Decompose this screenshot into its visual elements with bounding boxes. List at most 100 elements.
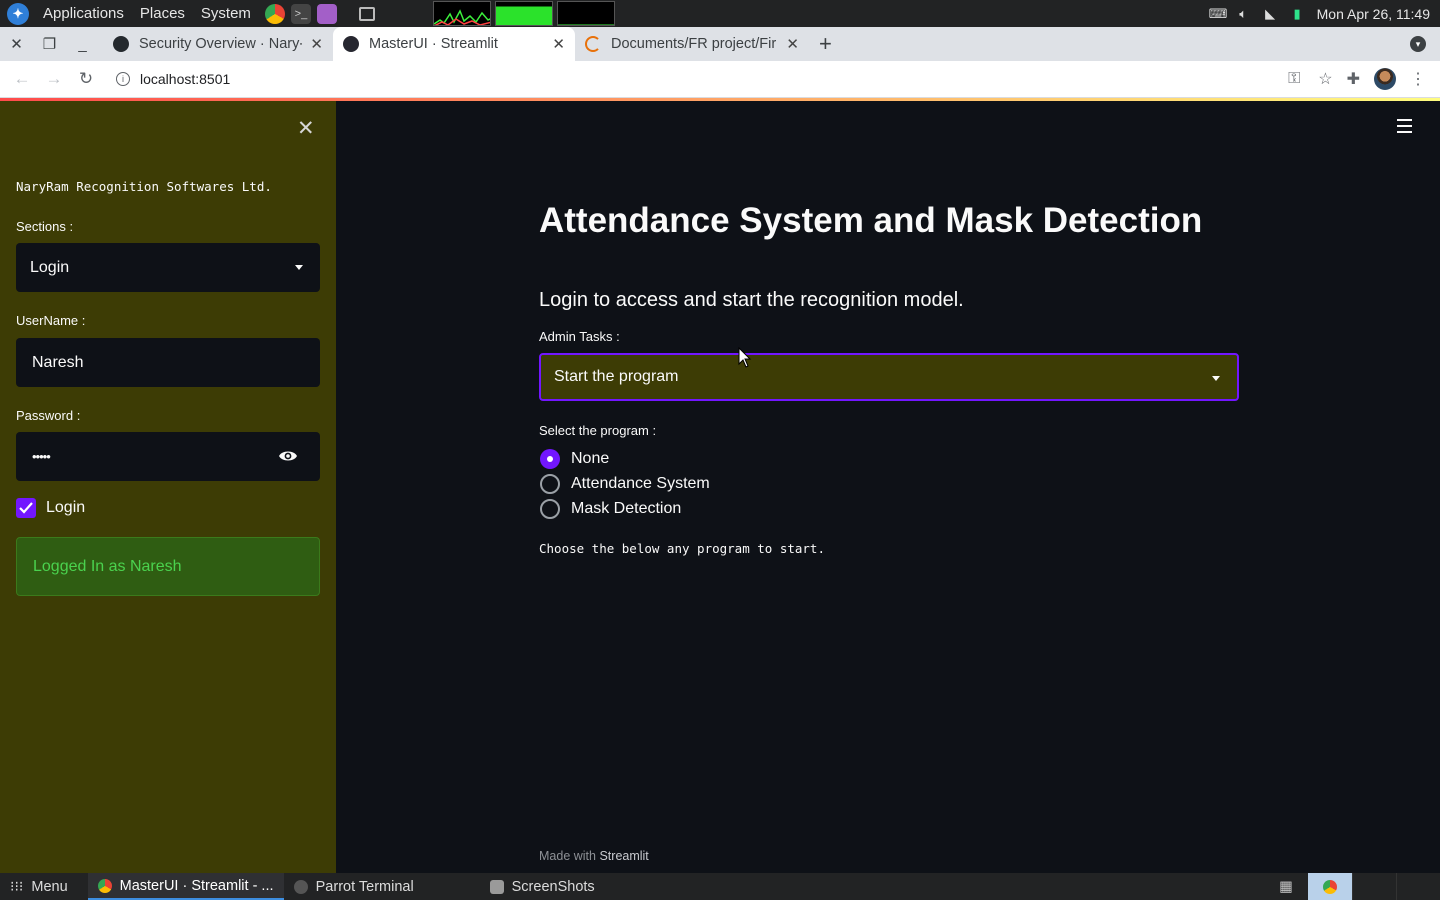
radio-button[interactable] [540, 474, 560, 494]
page-subheader: Login to access and start the recognitio… [539, 289, 964, 311]
taskbar-menu-button[interactable]: ⁝⁝⁝ Menu [0, 873, 78, 900]
folder-icon [489, 879, 504, 894]
show-desktop-icon[interactable] [358, 6, 375, 21]
os-top-panel: ✦ Applications Places System >_ ⌨ 🔈︎ ◣ ▮… [0, 0, 1440, 27]
mouse-cursor-icon [738, 347, 752, 368]
parrot-logo-icon[interactable]: ✦ [7, 2, 29, 25]
volume-icon[interactable]: 🔈︎ [1236, 6, 1251, 21]
tab-masterui-streamlit[interactable]: MasterUI · Streamlit ✕ [333, 27, 575, 61]
radio-button-selected[interactable] [540, 449, 560, 469]
sections-select-value: Login [30, 258, 70, 276]
os-menu-system[interactable]: System [193, 5, 259, 22]
hamburger-menu-icon[interactable] [1397, 119, 1412, 137]
app-grid-icon: ⁝⁝⁝ [10, 878, 24, 894]
chrome-launcher-icon[interactable] [264, 3, 285, 24]
select-program-label: Select the program : [539, 423, 657, 438]
url-text[interactable]: localhost:8501 [140, 71, 230, 87]
show-password-eye-icon[interactable] [278, 448, 298, 464]
browser-tab-bar: ✕ ❐ _ Security Overview · Nary-V ✕ Maste… [0, 27, 1440, 61]
terminal-icon [293, 879, 308, 894]
terminal-launcher-icon[interactable]: >_ [290, 3, 311, 24]
keyboard-icon[interactable]: ⌨ [1209, 6, 1228, 21]
workspace-2[interactable] [1352, 873, 1396, 900]
os-menu-applications[interactable]: Applications [35, 5, 132, 22]
taskbar-item-label: Parrot Terminal [315, 878, 414, 895]
tab-close-icon[interactable]: ✕ [310, 35, 323, 53]
radio-option-label: Attendance System [571, 475, 710, 492]
tab-search-icon[interactable]: ▾ [1410, 36, 1426, 52]
github-icon [113, 36, 129, 52]
os-clock[interactable]: Mon Apr 26, 11:49 [1317, 6, 1430, 22]
password-input[interactable]: ••••• [16, 432, 320, 481]
sections-select[interactable]: Login [16, 243, 320, 292]
workspace-switcher-icon[interactable]: ▦ [1264, 873, 1308, 900]
tab-security-overview[interactable]: Security Overview · Nary-V ✕ [103, 27, 333, 61]
radio-option-label: Mask Detection [571, 500, 682, 517]
radio-option-none[interactable]: None [540, 449, 609, 469]
radio-option-label: None [571, 450, 610, 467]
url-field[interactable]: i localhost:8501 ⚿ ☆ [110, 64, 1337, 94]
main-content: Attendance System and Mask Detection Log… [336, 101, 1440, 873]
network-monitor-graph [556, 1, 615, 26]
tab-close-icon[interactable]: ✕ [786, 35, 799, 53]
os-menu-places[interactable]: Places [132, 5, 193, 22]
new-tab-icon[interactable]: + [819, 31, 832, 57]
company-name: NaryRam Recognition Softwares Ltd. [16, 179, 272, 194]
window-restore-icon[interactable]: ❐ [33, 27, 66, 61]
browser-menu-icon[interactable]: ⋮ [1410, 69, 1426, 89]
memory-monitor-graph [494, 1, 553, 26]
chevron-down-icon [1212, 376, 1220, 381]
extensions-puzzle-icon[interactable]: ✚ [1347, 69, 1360, 89]
os-taskbar: ⁝⁝⁝ Menu MasterUI · Streamlit - ... Parr… [0, 873, 1440, 900]
radio-option-attendance-system[interactable]: Attendance System [540, 474, 710, 494]
username-value: Naresh [32, 353, 84, 371]
back-icon[interactable]: ← [6, 69, 38, 89]
loading-icon [585, 36, 601, 52]
sidebar: ✕ NaryRam Recognition Softwares Ltd. Sec… [0, 101, 336, 873]
checkmark-icon [19, 502, 33, 514]
taskbar-item-chrome[interactable]: MasterUI · Streamlit - ... [87, 873, 284, 900]
footer-streamlit-link[interactable]: Streamlit [599, 849, 648, 863]
text-editor-launcher-icon[interactable] [316, 3, 337, 24]
login-checkbox-label: Login [46, 499, 86, 516]
password-key-icon[interactable]: ⚿ [1288, 70, 1300, 88]
workspace-3[interactable] [1396, 873, 1440, 900]
radio-button[interactable] [540, 499, 560, 519]
chevron-down-icon [295, 265, 303, 270]
tab-documents-fr-project[interactable]: Documents/FR project/Fir ✕ [575, 27, 809, 61]
taskbar-menu-label: Menu [31, 878, 68, 895]
battery-icon[interactable]: ▮ [1290, 6, 1305, 21]
taskbar-item-terminal[interactable]: Parrot Terminal [284, 873, 480, 900]
login-checkbox[interactable] [16, 498, 36, 518]
success-alert: Logged In as Naresh [16, 537, 320, 596]
sections-label: Sections : [16, 219, 74, 234]
footer: Made with Streamlit [539, 849, 649, 863]
site-info-icon[interactable]: i [116, 72, 130, 86]
password-value: ••••• [32, 449, 51, 464]
username-input[interactable]: Naresh [16, 338, 320, 387]
taskbar-item-label: MasterUI · Streamlit - ... [119, 877, 274, 894]
reload-icon[interactable]: ↻ [70, 69, 102, 89]
radio-option-mask-detection[interactable]: Mask Detection [540, 499, 681, 519]
window-minimize-icon[interactable]: _ [66, 27, 99, 61]
chrome-icon [97, 878, 112, 893]
streamlit-icon [343, 36, 359, 52]
workspace-1-chrome-icon[interactable] [1308, 873, 1352, 900]
bookmark-star-icon[interactable]: ☆ [1318, 69, 1332, 89]
admin-tasks-select[interactable]: Start the program [539, 353, 1239, 401]
wifi-icon[interactable]: ◣ [1263, 6, 1278, 21]
taskbar-item-screenshots[interactable]: ScreenShots [480, 873, 605, 900]
password-label: Password : [16, 408, 81, 423]
program-hint-text: Choose the below any program to start. [539, 541, 825, 556]
browser-address-bar: ← → ↻ i localhost:8501 ⚿ ☆ ✚ ⋮ [0, 61, 1440, 98]
page-title: Attendance System and Mask Detection [539, 201, 1203, 240]
username-label: UserName : [16, 313, 86, 328]
taskbar-item-label: ScreenShots [511, 878, 595, 895]
login-checkbox-row[interactable]: Login [16, 498, 85, 518]
sidebar-close-icon[interactable]: ✕ [297, 116, 315, 141]
forward-icon[interactable]: → [38, 69, 70, 89]
profile-avatar[interactable] [1374, 68, 1396, 90]
window-close-icon[interactable]: ✕ [0, 27, 33, 61]
footer-prefix: Made with [539, 849, 596, 863]
tab-close-icon[interactable]: ✕ [552, 35, 565, 53]
